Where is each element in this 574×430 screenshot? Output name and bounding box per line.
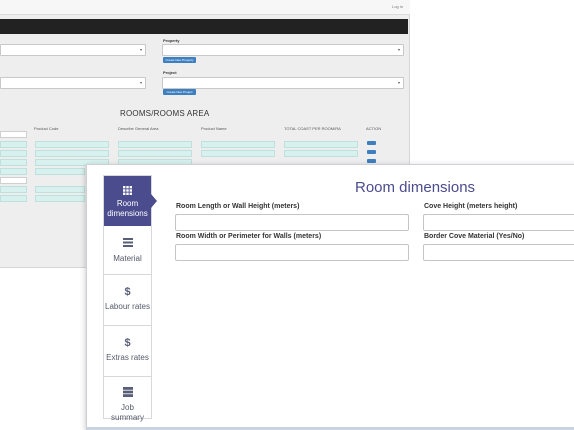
background-select-left-1[interactable]: ▾	[0, 44, 146, 56]
rooms-section-title: ROOMS/ROOMS AREA	[120, 109, 210, 118]
table-cell[interactable]	[35, 141, 109, 148]
table-cell[interactable]	[284, 141, 358, 148]
table-cell[interactable]	[0, 159, 27, 166]
grid-icon	[123, 186, 132, 195]
property-select[interactable]: ▾	[162, 44, 404, 56]
row-action-button[interactable]	[367, 141, 376, 145]
tab-label: Job summary	[111, 403, 144, 422]
project-label: Project	[163, 70, 177, 75]
dollar-icon: $	[124, 286, 131, 298]
row-action-button[interactable]	[367, 150, 376, 154]
table-cell[interactable]	[35, 150, 109, 157]
property-label: Property	[163, 38, 180, 43]
column-header: Product Name	[201, 126, 227, 131]
column-header: Describe General Area	[118, 126, 159, 131]
login-link[interactable]: Log in	[392, 4, 403, 9]
room-width-input[interactable]	[175, 244, 409, 261]
tab-job-summary[interactable]: Job summary	[104, 377, 151, 422]
vertical-tab-list: Room dimensions Material $ Labour rates …	[103, 175, 157, 422]
create-project-button[interactable]: Create New Project	[163, 89, 196, 95]
table-cell[interactable]	[0, 177, 27, 184]
tab-material[interactable]: Material	[104, 226, 151, 275]
form-title: Room dimensions	[355, 179, 476, 196]
room-width-label: Room Width or Perimeter for Walls (meter…	[176, 233, 322, 240]
table-cell[interactable]	[284, 150, 358, 157]
background-top-bar: Log in	[0, 0, 410, 15]
row-action-button[interactable]	[367, 159, 376, 163]
table-cell[interactable]	[0, 186, 27, 193]
room-calculator-card: Room dimensions Material $ Labour rates …	[86, 164, 574, 430]
border-cove-material-input[interactable]	[423, 244, 574, 261]
cove-height-input[interactable]	[423, 214, 574, 231]
table-cell[interactable]	[0, 131, 27, 138]
table-cell[interactable]	[0, 150, 27, 157]
border-cove-material-label: Border Cove Material (Yes/No)	[424, 233, 525, 240]
table-cell[interactable]	[201, 150, 275, 157]
column-header: Product Code	[34, 126, 59, 131]
room-length-label: Room Length or Wall Height (meters)	[176, 203, 300, 210]
table-cell[interactable]	[35, 195, 85, 202]
tab-labour-rates[interactable]: $ Labour rates	[104, 275, 151, 326]
table-cell[interactable]	[0, 195, 27, 202]
tab-label: Room dimensions	[107, 199, 148, 218]
tab-label: Material	[113, 254, 142, 263]
table-cell[interactable]	[0, 141, 27, 148]
cove-height-label: Cove Height (meters height)	[424, 203, 518, 210]
tab-label: Labour rates	[105, 302, 150, 311]
table-cell[interactable]	[0, 168, 27, 175]
tab-extras-rates[interactable]: $ Extras rates	[104, 326, 151, 377]
table-cell[interactable]	[118, 150, 192, 157]
background-navbar	[0, 19, 408, 34]
screenshot-stage: Log in ▾ ▾ Property ▾ Create New Propert…	[0, 0, 574, 430]
table-cell[interactable]	[201, 141, 275, 148]
table-cell[interactable]	[35, 168, 85, 175]
column-header: ACTION	[366, 126, 382, 131]
background-select-left-2[interactable]: ▾	[0, 77, 146, 89]
table-cell[interactable]	[118, 141, 192, 148]
server-icon	[122, 387, 133, 397]
room-length-input[interactable]	[175, 214, 409, 231]
tab-label: Extras rates	[106, 353, 149, 362]
stack-icon	[122, 238, 133, 247]
tab-room-dimensions[interactable]: Room dimensions	[104, 176, 157, 226]
create-property-button[interactable]: Create New Property	[163, 57, 196, 63]
project-select[interactable]: ▾	[162, 77, 404, 89]
table-cell[interactable]	[35, 186, 85, 193]
dollar-icon: $	[124, 337, 131, 349]
column-header: TOTAL COAST PER ROOM/RA	[284, 126, 341, 131]
